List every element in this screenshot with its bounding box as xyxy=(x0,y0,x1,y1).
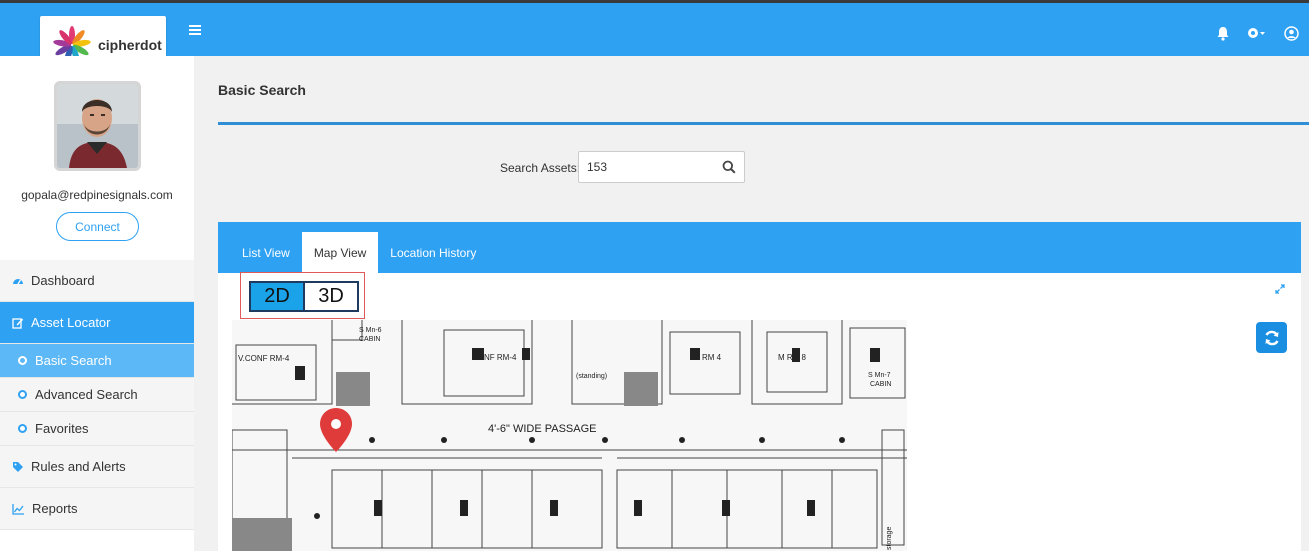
sidebar-item-label: Basic Search xyxy=(35,353,112,368)
top-navbar xyxy=(0,3,1309,56)
user-email: gopala@redpinesignals.com xyxy=(21,188,173,202)
sidebar: gopala@redpinesignals.com Connect Dashbo… xyxy=(0,56,194,551)
view-tabs: List View Map View Location History xyxy=(218,222,1301,273)
sidebar-item-rules-and-alerts[interactable]: Rules and Alerts xyxy=(0,446,194,488)
tab-list-view[interactable]: List View xyxy=(230,232,302,273)
sidebar-item-label: Dashboard xyxy=(31,273,95,288)
map-label-wide-passage: 4'-6" WIDE PASSAGE xyxy=(488,423,597,435)
refresh-icon xyxy=(1264,330,1279,345)
bell-icon[interactable] xyxy=(1215,25,1231,41)
map-label-rm4: RM 4 xyxy=(702,353,722,362)
tab-map-view[interactable]: Map View xyxy=(301,232,379,273)
expand-icon[interactable] xyxy=(1275,284,1285,294)
sidebar-item-reports[interactable]: Reports xyxy=(0,488,194,530)
map-label-m-rm8: M RM 8 xyxy=(778,353,807,362)
connect-button[interactable]: Connect xyxy=(56,212,139,241)
chart-icon xyxy=(12,503,24,515)
search-input[interactable] xyxy=(587,160,707,174)
sidebar-item-label: Favorites xyxy=(35,421,89,436)
toggle-2d[interactable]: 2D xyxy=(251,283,305,310)
refresh-button[interactable] xyxy=(1256,322,1287,353)
bullet-icon xyxy=(18,390,27,399)
page-title: Basic Search xyxy=(218,82,306,98)
brand-name: cipherdot xyxy=(98,37,162,53)
map-label-storage: storage xyxy=(886,527,893,550)
tags-icon xyxy=(13,461,23,472)
map-label-s-mn6: S Mn-6 xyxy=(359,327,382,334)
sidebar-item-label: Asset Locator xyxy=(31,315,111,330)
sidebar-subitem-advanced-search[interactable]: Advanced Search xyxy=(0,378,194,412)
bullet-icon xyxy=(18,424,27,433)
sidebar-nav: Dashboard Asset Locator Basic Search Adv… xyxy=(0,260,194,530)
search-label: Search Assets: xyxy=(500,161,581,175)
dashboard-icon xyxy=(13,278,23,284)
main-content: Basic Search Search Assets: List View Ma… xyxy=(194,56,1309,551)
sidebar-item-label: Rules and Alerts xyxy=(31,459,126,474)
search-icon[interactable] xyxy=(722,160,736,174)
edit-icon xyxy=(12,317,24,329)
map-label-cabin-2: CABIN xyxy=(870,381,891,388)
view-toggle: 2D 3D xyxy=(249,281,359,312)
tab-location-history[interactable]: Location History xyxy=(378,232,488,273)
view-toggle-highlight: 2D 3D xyxy=(240,272,365,319)
menu-icon[interactable] xyxy=(189,25,201,35)
floor-map[interactable]: V.CONF RM-4 CONF RM-4 4'-6" WIDE PASSAGE… xyxy=(232,320,907,551)
gear-icon[interactable] xyxy=(1245,25,1269,41)
user-icon[interactable] xyxy=(1283,25,1299,41)
title-divider xyxy=(218,122,1309,125)
avatar xyxy=(54,81,141,171)
map-label-v-conf: V.CONF RM-4 xyxy=(238,354,290,363)
sidebar-item-asset-locator[interactable]: Asset Locator xyxy=(0,302,194,344)
map-label-standing: (standing) xyxy=(576,373,607,380)
sidebar-item-label: Advanced Search xyxy=(35,387,138,402)
toggle-3d[interactable]: 3D xyxy=(305,283,357,310)
results-panel: List View Map View Location History 2D 3… xyxy=(218,222,1301,551)
map-label-cabin-1: CABIN xyxy=(359,336,380,343)
map-label-s-mn7: S Mn-7 xyxy=(868,372,891,379)
sidebar-subitem-basic-search[interactable]: Basic Search xyxy=(0,344,194,378)
sidebar-item-label: Reports xyxy=(32,501,78,516)
bullet-icon xyxy=(18,356,27,365)
sidebar-item-dashboard[interactable]: Dashboard xyxy=(0,260,194,302)
sidebar-subitem-favorites[interactable]: Favorites xyxy=(0,412,194,446)
search-field[interactable] xyxy=(578,151,745,183)
map-label-conf: CONF RM-4 xyxy=(472,353,517,362)
